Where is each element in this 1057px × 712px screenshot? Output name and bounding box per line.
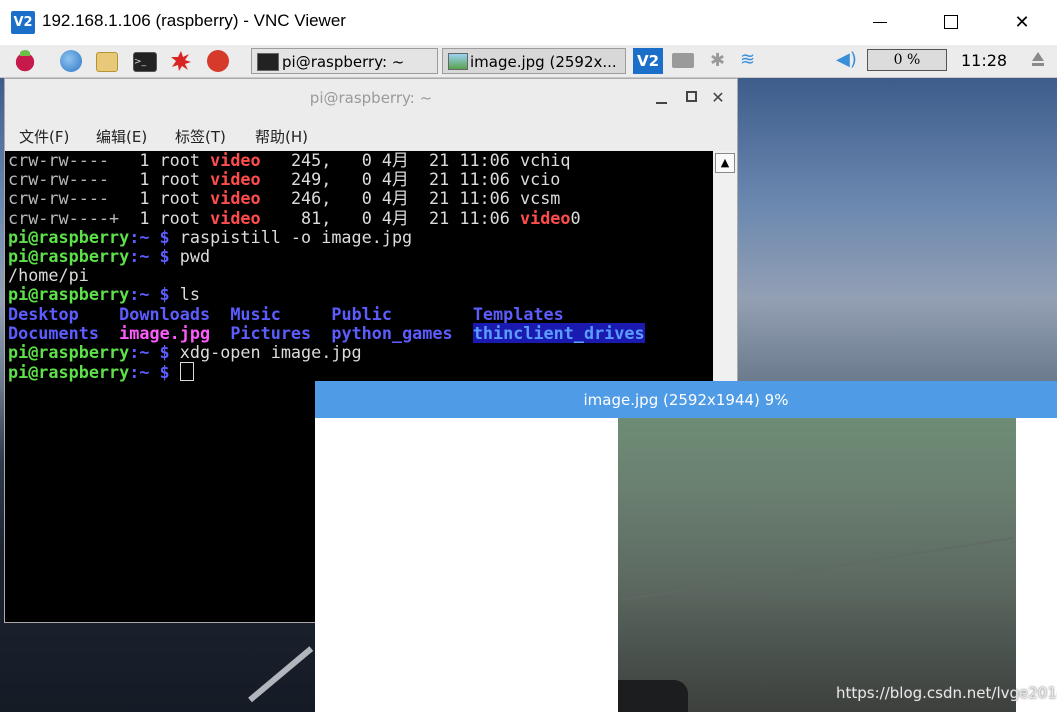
terminal-minimize-button[interactable] — [652, 88, 670, 104]
terminal-close-button[interactable]: ✕ — [709, 88, 727, 107]
taskbar-terminal-button[interactable]: pi@raspberry: ~ — [251, 48, 438, 74]
command-line-xdg-open: pi@raspberry:~ $ xdg-open image.jpg — [8, 341, 362, 362]
web-browser-icon[interactable] — [60, 50, 82, 72]
watermark: https://blog.csdn.net/lvge2014 — [836, 684, 1057, 702]
device-line-3: crw-rw----+ 1 root video 81, 0 4月 21 11:… — [8, 207, 581, 228]
remote-desktop[interactable]: >_ pi@raspberry: ~ image.jpg (2592x... V… — [0, 45, 1057, 712]
device-line-1: crw-rw---- 1 root video 249, 0 4月 21 11:… — [8, 169, 561, 190]
terminal-launcher-icon[interactable]: >_ — [133, 52, 157, 72]
cpu-usage-meter: 0 % — [867, 49, 947, 71]
bluetooth-icon[interactable]: ✱ — [710, 50, 725, 71]
volume-icon[interactable]: ◀) — [836, 49, 857, 70]
scroll-up-button[interactable]: ▲ — [715, 153, 735, 173]
terminal-menubar: 文件(F) 编辑(E) 标签(T) 帮助(H) — [5, 119, 737, 151]
vnc-tray-icon[interactable]: V2 — [633, 48, 663, 74]
command-line-raspistill: pi@raspberry:~ $ raspistill -o image.jpg — [8, 226, 413, 247]
terminal-maximize-button[interactable] — [682, 88, 700, 102]
terminal-title: pi@raspberry: ~ — [309, 89, 433, 107]
image-viewer-title: image.jpg (2592x1944) 9% — [583, 391, 789, 409]
command-line-pwd: pi@raspberry:~ $ pwd — [8, 245, 211, 266]
wallpaper-road-line — [248, 646, 314, 703]
window-title: 192.168.1.106 (raspberry) - VNC Viewer — [42, 11, 346, 30]
taskbar-image-label: image.jpg (2592x... — [470, 53, 617, 71]
image-viewer-canvas[interactable] — [315, 418, 1057, 712]
camera-photo — [618, 418, 1016, 712]
pwd-output: /home/pi — [8, 265, 89, 286]
vnc-viewer-titlebar[interactable]: V2 192.168.1.106 (raspberry) - VNC Viewe… — [0, 0, 1057, 45]
device-line-2: crw-rw---- 1 root video 246, 0 4月 21 11:… — [8, 188, 561, 209]
photo-dark-object — [618, 680, 688, 712]
terminal-cursor — [179, 362, 194, 382]
menu-file[interactable]: 文件(F) — [19, 126, 69, 147]
minimize-button[interactable] — [857, 4, 903, 40]
maximize-button[interactable] — [928, 4, 974, 40]
minimize-icon — [655, 102, 667, 104]
chevron-up-icon: ▲ — [720, 156, 730, 169]
close-button[interactable]: ✕ — [999, 4, 1045, 40]
raspberry-taskbar: >_ pi@raspberry: ~ image.jpg (2592x... V… — [0, 45, 1057, 78]
raspberry-menu-icon[interactable] — [14, 50, 36, 72]
mathematica-icon[interactable] — [170, 50, 192, 72]
wolfram-icon[interactable] — [207, 50, 229, 72]
file-manager-icon[interactable] — [96, 52, 118, 72]
ls-row-1: Documents image.jpg Pictures python_game… — [8, 322, 645, 343]
printer-icon[interactable] — [672, 53, 694, 68]
photo-wall-edge — [620, 536, 1014, 602]
vnc-logo-icon: V2 — [11, 11, 35, 34]
ls-row-0: Desktop Downloads Music Public Templates — [8, 303, 564, 324]
clock[interactable]: 11:28 — [961, 51, 1007, 70]
terminal-task-icon — [257, 53, 279, 71]
image-task-icon — [448, 53, 468, 70]
maximize-icon — [685, 91, 697, 102]
menu-edit[interactable]: 编辑(E) — [96, 126, 147, 147]
close-icon: ✕ — [1014, 11, 1030, 33]
taskbar-image-button[interactable]: image.jpg (2592x... — [442, 48, 626, 74]
eject-icon[interactable] — [1030, 51, 1046, 69]
image-viewer-titlebar[interactable]: image.jpg (2592x1944) 9% — [315, 381, 1057, 418]
menu-tabs[interactable]: 标签(T) — [175, 126, 226, 147]
taskbar-terminal-label: pi@raspberry: ~ — [282, 53, 405, 71]
command-line-current[interactable]: pi@raspberry:~ $ — [5, 362, 713, 382]
image-viewer-window[interactable]: image.jpg (2592x1944) 9% — [315, 381, 1057, 712]
menu-help[interactable]: 帮助(H) — [255, 126, 308, 147]
command-line-ls: pi@raspberry:~ $ ls — [8, 284, 200, 305]
close-icon: ✕ — [711, 88, 725, 107]
minimize-icon — [873, 21, 887, 23]
device-line-0: crw-rw---- 1 root video 245, 0 4月 21 11:… — [8, 151, 571, 170]
wifi-icon[interactable]: ≋ — [740, 49, 755, 70]
terminal-titlebar[interactable]: pi@raspberry: ~ ✕ — [5, 79, 737, 119]
maximize-icon — [944, 15, 958, 29]
